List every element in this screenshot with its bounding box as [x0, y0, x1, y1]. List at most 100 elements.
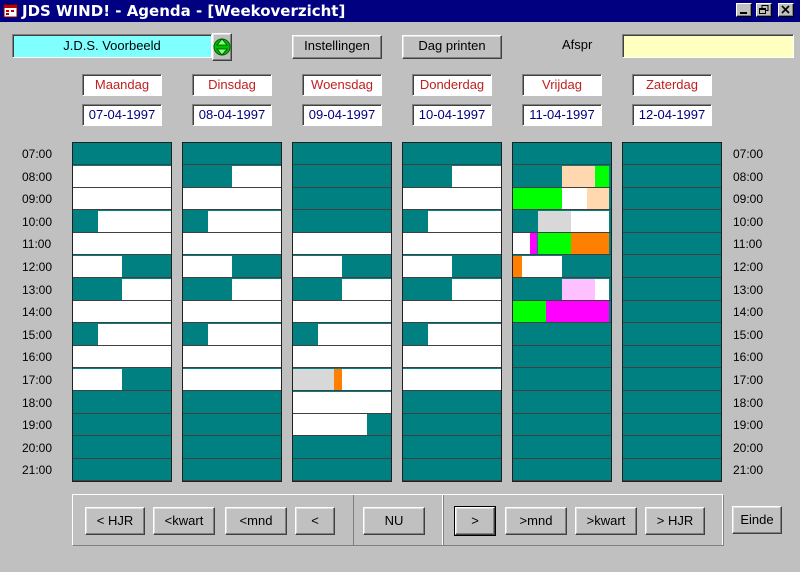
time-slot[interactable]: [623, 188, 721, 211]
day-column-3[interactable]: [402, 142, 502, 482]
slot-segment-free[interactable]: [595, 278, 610, 300]
time-slot[interactable]: [183, 210, 281, 233]
slot-segment-free[interactable]: [403, 256, 452, 277]
slot-segment-peach[interactable]: [562, 165, 596, 187]
slot-segment-free[interactable]: [452, 278, 501, 300]
time-slot[interactable]: [513, 278, 611, 301]
user-spinner[interactable]: [212, 33, 232, 61]
time-slot[interactable]: [513, 346, 611, 369]
slot-segment-magenta[interactable]: [529, 233, 538, 255]
time-slot[interactable]: [293, 256, 391, 278]
minimize-button[interactable]: [736, 3, 752, 17]
slot-segment-free[interactable]: [183, 256, 232, 277]
day-name-2[interactable]: Woensdag: [302, 74, 382, 96]
slot-segment-free[interactable]: [73, 233, 171, 255]
slot-segment-grey[interactable]: [293, 369, 335, 390]
time-slot[interactable]: [293, 188, 391, 211]
time-slot[interactable]: [623, 323, 721, 346]
time-slot[interactable]: [293, 369, 391, 391]
day-name-1[interactable]: Dinsdag: [192, 74, 272, 96]
title-bar[interactable]: JDS WIND! - Agenda - [Weekoverzicht]: [0, 0, 800, 22]
slot-segment-free[interactable]: [122, 278, 171, 300]
time-slot[interactable]: [293, 323, 391, 346]
slot-segment-free[interactable]: [293, 256, 342, 277]
time-slot[interactable]: [293, 391, 391, 414]
day-name-4[interactable]: Vrijdag: [522, 74, 602, 96]
day-column-4[interactable]: [512, 142, 612, 482]
slot-segment-free[interactable]: [207, 323, 281, 345]
time-slot[interactable]: [623, 210, 721, 233]
time-slot[interactable]: [403, 323, 501, 346]
slot-segment-free[interactable]: [232, 278, 281, 300]
slot-segment-orange[interactable]: [570, 233, 610, 255]
slot-segment-green[interactable]: [537, 233, 571, 255]
time-slot[interactable]: [513, 391, 611, 414]
time-slot[interactable]: [623, 278, 721, 301]
slot-segment-free[interactable]: [97, 210, 171, 232]
time-slot[interactable]: [73, 233, 171, 256]
time-slot[interactable]: [293, 233, 391, 256]
time-slot[interactable]: [403, 278, 501, 301]
time-slot[interactable]: [293, 165, 391, 188]
time-slot[interactable]: [513, 188, 611, 211]
slot-segment-orange[interactable]: [334, 369, 342, 390]
slot-segment-free[interactable]: [232, 165, 281, 187]
time-slot[interactable]: [73, 165, 171, 188]
time-slot[interactable]: [183, 323, 281, 346]
slot-segment-free[interactable]: [293, 346, 391, 368]
slot-segment-free[interactable]: [317, 323, 391, 345]
time-slot[interactable]: [73, 210, 171, 233]
day-column-5[interactable]: [622, 142, 722, 482]
time-slot[interactable]: [183, 256, 281, 278]
time-slot[interactable]: [73, 369, 171, 391]
day-name-3[interactable]: Donderdag: [412, 74, 492, 96]
day-column-1[interactable]: [182, 142, 282, 482]
time-slot[interactable]: [513, 414, 611, 437]
time-slot[interactable]: [183, 391, 281, 414]
next-quarter-button[interactable]: >kwart: [575, 507, 637, 535]
time-slot[interactable]: [513, 165, 611, 188]
user-select-field[interactable]: J.D.S. Voorbeeld: [12, 34, 212, 58]
time-slot[interactable]: [403, 436, 501, 459]
time-slot[interactable]: [623, 256, 721, 278]
time-slot[interactable]: [623, 346, 721, 369]
time-slot[interactable]: [293, 459, 391, 482]
slot-segment-free[interactable]: [73, 188, 171, 210]
day-date-5[interactable]: 12-04-1997: [632, 104, 712, 126]
day-date-3[interactable]: 10-04-1997: [412, 104, 492, 126]
slot-segment-free[interactable]: [183, 346, 281, 368]
time-slot[interactable]: [623, 459, 721, 482]
time-slot[interactable]: [403, 210, 501, 233]
slot-segment-free[interactable]: [73, 256, 122, 277]
slot-segment-free[interactable]: [342, 278, 391, 300]
slot-segment-free[interactable]: [183, 369, 281, 390]
prev-week-button[interactable]: <: [295, 507, 335, 535]
time-slot[interactable]: [183, 233, 281, 256]
time-slot[interactable]: [293, 346, 391, 369]
day-name-5[interactable]: Zaterdag: [632, 74, 712, 96]
next-week-button[interactable]: >: [454, 506, 496, 536]
slot-segment-free[interactable]: [521, 256, 562, 277]
time-slot[interactable]: [513, 210, 611, 233]
time-slot[interactable]: [183, 165, 281, 188]
time-slot[interactable]: [293, 143, 391, 165]
slot-segment-green[interactable]: [513, 188, 562, 210]
time-slot[interactable]: [513, 323, 611, 346]
time-slot[interactable]: [183, 278, 281, 301]
time-slot[interactable]: [183, 414, 281, 437]
time-slot[interactable]: [513, 459, 611, 482]
next-month-button[interactable]: >mnd: [505, 507, 567, 535]
slot-segment-peach[interactable]: [586, 188, 610, 210]
slot-segment-free[interactable]: [293, 391, 391, 413]
time-slot[interactable]: [403, 165, 501, 188]
slot-segment-free[interactable]: [73, 346, 171, 368]
time-slot[interactable]: [623, 436, 721, 459]
time-slot[interactable]: [73, 459, 171, 482]
now-button[interactable]: NU: [363, 507, 425, 535]
slot-segment-free[interactable]: [403, 346, 501, 368]
time-slot[interactable]: [513, 301, 611, 324]
time-slot[interactable]: [513, 256, 611, 278]
time-slot[interactable]: [513, 143, 611, 165]
time-slot[interactable]: [73, 278, 171, 301]
prev-year-button[interactable]: < HJR: [85, 507, 145, 535]
